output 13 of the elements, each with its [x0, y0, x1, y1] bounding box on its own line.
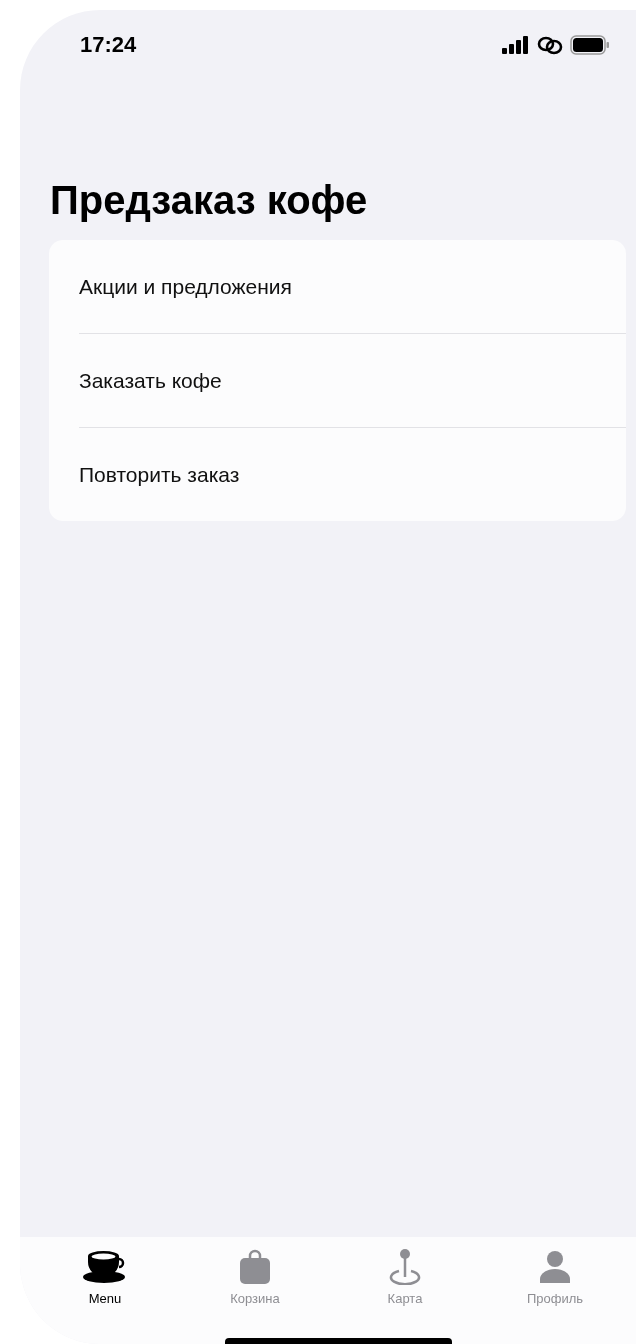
bag-icon [240, 1249, 270, 1285]
status-time: 17:24 [80, 32, 137, 58]
person-icon [540, 1249, 570, 1285]
tab-item[interactable]: Menu [30, 1237, 180, 1321]
menu-item[interactable]: Заказать кофе [49, 334, 626, 427]
link-icon [536, 35, 564, 55]
map-pin-icon [388, 1249, 422, 1285]
battery-icon [570, 35, 610, 55]
page-title: Предзаказ кофе [50, 177, 369, 224]
menu-item[interactable]: Повторить заказ [49, 428, 626, 521]
signal-icon [502, 36, 530, 54]
cup-icon [82, 1249, 128, 1285]
menu-item[interactable]: Акции и предложения [49, 240, 626, 333]
